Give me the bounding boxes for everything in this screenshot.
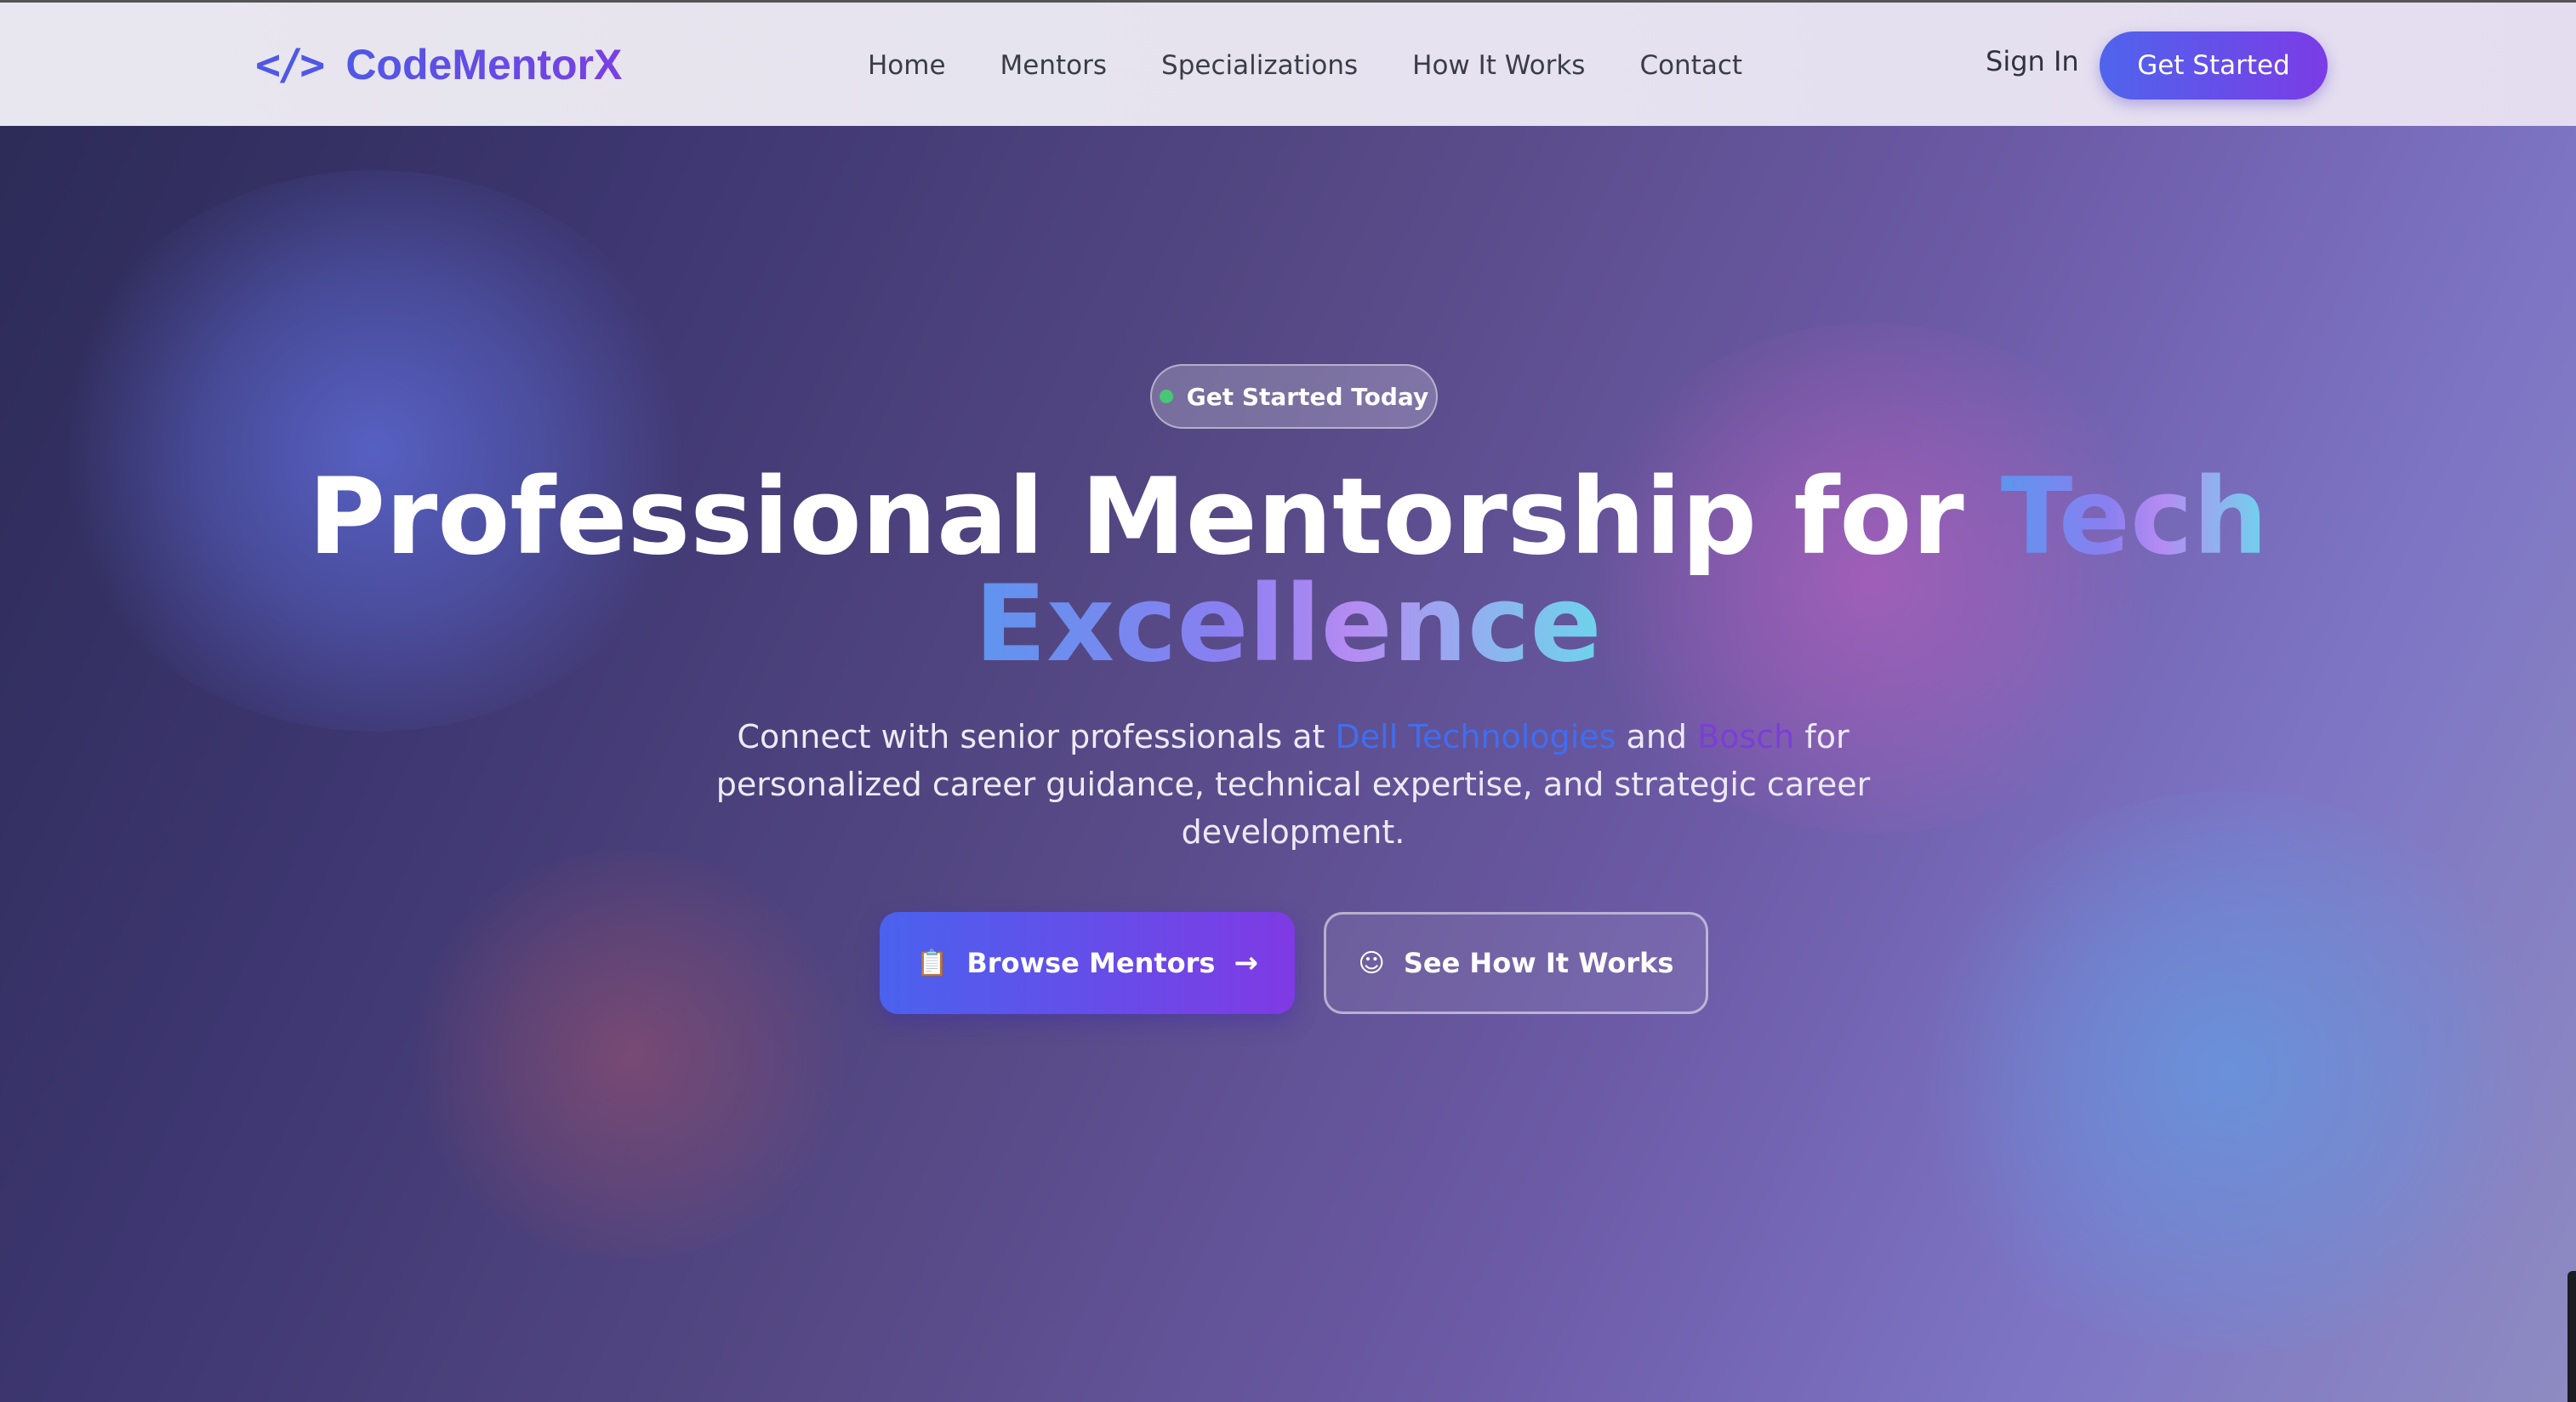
clipboard-icon: 📋 (916, 948, 949, 978)
headline-highlight-tech: Tech (2000, 456, 2268, 578)
hero-background (0, 0, 2576, 1402)
subtext-part-2: and (1626, 718, 1688, 755)
nav-link-home[interactable]: Home (868, 50, 946, 81)
sign-in-link[interactable]: Sign In (1986, 45, 2079, 77)
see-how-it-works-button[interactable]: ☺ See How It Works (1324, 912, 1708, 1014)
smiley-icon: ☺ (1358, 948, 1385, 978)
browse-mentors-label: Browse Mentors (966, 947, 1216, 979)
nav-link-specializations[interactable]: Specializations (1161, 50, 1358, 81)
background-glow-rose (408, 851, 851, 1259)
scrollbar-edge[interactable] (2567, 1271, 2576, 1402)
arrow-right-icon: → (1234, 946, 1258, 980)
background-glow-cyan (1906, 791, 2552, 1353)
navbar: </> CodeMentorX Home Mentors Specializat… (0, 0, 2576, 126)
headline-highlight-excellence: Excellence (974, 563, 1602, 686)
hero-headline: Professional Mentorship for Tech Excelle… (170, 464, 2406, 678)
nav-link-mentors[interactable]: Mentors (1000, 50, 1107, 81)
main-nav: Home Mentors Specializations How It Work… (868, 43, 1797, 88)
nav-link-how-it-works[interactable]: How It Works (1412, 50, 1585, 81)
see-how-it-works-label: See How It Works (1403, 947, 1674, 979)
hero-badge-label: Get Started Today (1186, 382, 1429, 411)
brand-name: CodeMentorX (345, 41, 623, 88)
browse-mentors-button[interactable]: 📋 Browse Mentors → (880, 912, 1295, 1014)
hero-badge: Get Started Today (1150, 364, 1438, 429)
hero-subtext: Connect with senior professionals at Del… (713, 713, 1873, 856)
code-brackets-icon: </> (255, 40, 325, 89)
company-bosch: Bosch (1697, 718, 1795, 755)
status-dot-icon (1159, 390, 1173, 403)
get-started-button[interactable]: Get Started (2100, 31, 2328, 100)
headline-text: Professional Mentorship for (308, 456, 1964, 578)
subtext-part-1: Connect with senior professionals at (737, 718, 1325, 755)
nav-link-contact[interactable]: Contact (1639, 50, 1742, 81)
brand-logo[interactable]: </> CodeMentorX (255, 35, 622, 94)
company-dell: Dell Technologies (1335, 718, 1616, 755)
